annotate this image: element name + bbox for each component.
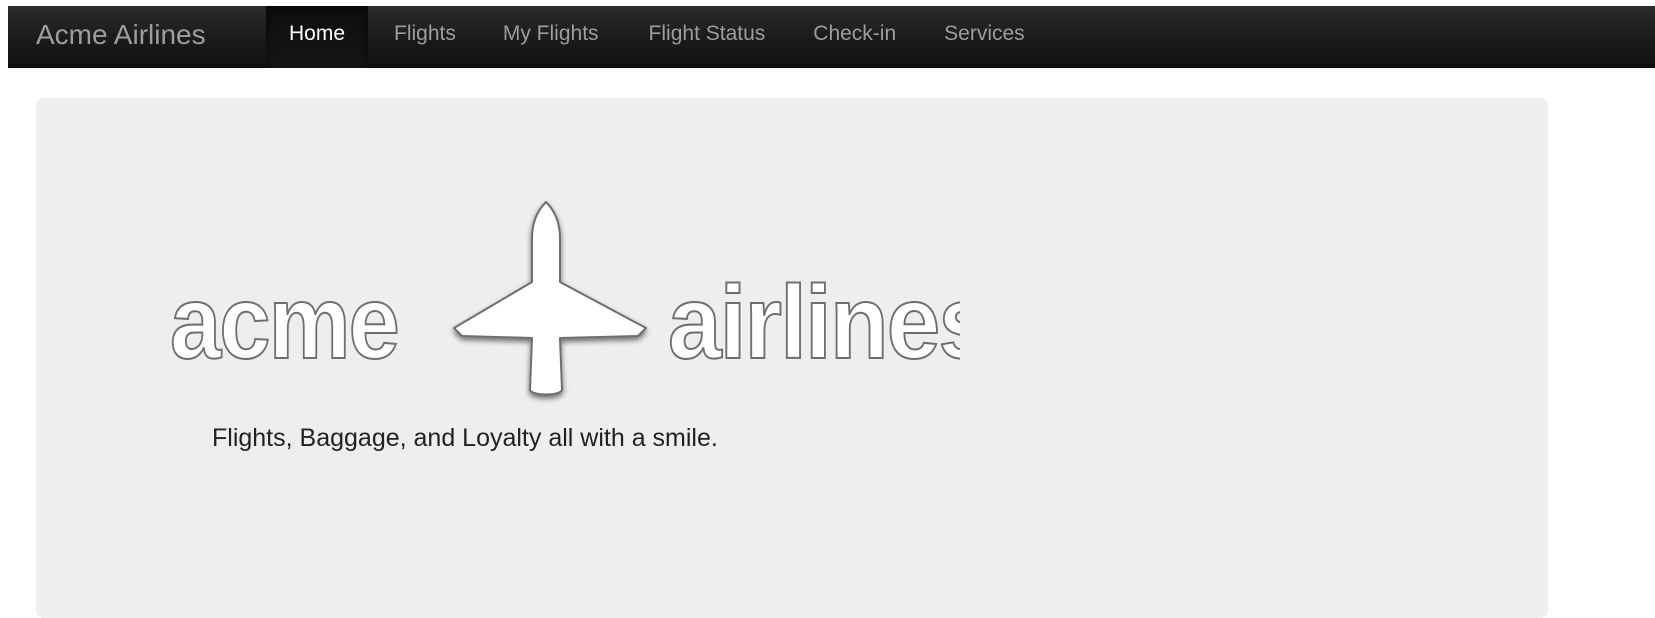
nav-link-home[interactable]: Home xyxy=(266,6,368,68)
nav-item-home: Home xyxy=(266,6,368,68)
nav-item-flight-status: Flight Status xyxy=(649,6,766,68)
nav-item-my-flights: My Flights xyxy=(503,6,599,68)
acme-airlines-logo: acme airlines xyxy=(169,201,960,396)
top-navbar: Acme Airlines Home Flights My Flights Fl… xyxy=(8,6,1655,68)
nav-item-flights: Flights xyxy=(394,6,456,68)
nav-link-flight-status[interactable]: Flight Status xyxy=(649,6,766,68)
nav-link-my-flights[interactable]: My Flights xyxy=(503,6,599,68)
logo-word-left: acme xyxy=(170,265,398,381)
logo-word-right: airlines xyxy=(668,265,960,381)
hero-panel: acme airlines Flights, Baggage, and Loya… xyxy=(36,98,1548,618)
nav-link-flights[interactable]: Flights xyxy=(394,6,456,68)
hero-tagline: Flights, Baggage, and Loyalty all with a… xyxy=(212,424,718,452)
nav-item-check-in: Check-in xyxy=(813,6,896,68)
brand-link[interactable]: Acme Airlines xyxy=(36,6,206,68)
nav-link-services[interactable]: Services xyxy=(944,6,1025,68)
airplane-icon xyxy=(453,201,647,396)
nav-link-check-in[interactable]: Check-in xyxy=(813,6,896,68)
main-nav: Home Flights My Flights Flight Status Ch… xyxy=(266,6,1025,68)
nav-item-services: Services xyxy=(944,6,1025,68)
